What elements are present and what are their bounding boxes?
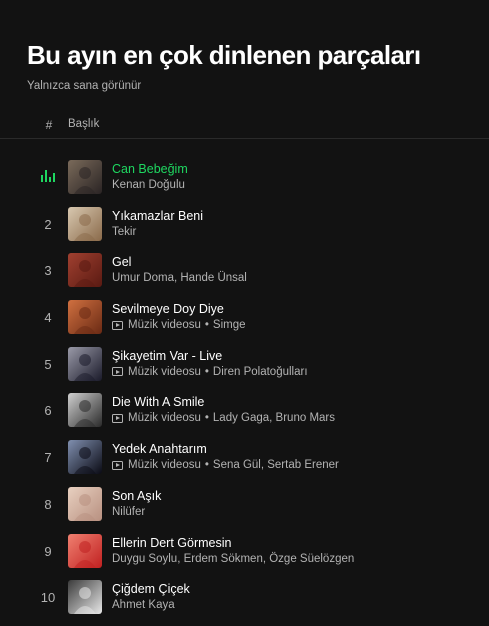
now-playing-equalizer-icon xyxy=(41,170,55,182)
track-artists-link[interactable]: Sena Gül, Sertab Erener xyxy=(213,459,339,471)
track-row[interactable]: 5 Şikayetim Var - Live Müzik videosu • Diren… xyxy=(0,342,489,389)
album-cover-image[interactable] xyxy=(68,160,102,194)
track-artists-link[interactable]: Lady Gaga, Bruno Mars xyxy=(213,412,335,424)
track-title-link[interactable]: Gel xyxy=(112,255,131,269)
album-cover-image[interactable] xyxy=(68,533,102,568)
album-cover-image[interactable] xyxy=(68,393,102,428)
track-meta: Müzik videosu • Lady Gaga, Bruno Mars xyxy=(112,412,335,424)
track-meta: Umur Doma, Hande Ünsal xyxy=(112,272,247,284)
separator-dot: • xyxy=(204,412,209,425)
track-artists-link[interactable]: Umur Doma, Hande Ünsal xyxy=(112,272,247,284)
track-row[interactable]: Can Bebeğim Kenan Doğulu xyxy=(0,155,489,202)
page-title: Bu ayın en çok dinlenen parçaları xyxy=(27,40,421,70)
track-title-link[interactable]: Son Aşık xyxy=(112,489,161,503)
separator-dot: • xyxy=(204,319,209,332)
track-title-link[interactable]: Şikayetim Var - Live xyxy=(112,349,222,363)
music-video-label: Müzik videosu xyxy=(128,365,201,378)
track-rank: 7 xyxy=(44,450,52,466)
track-rank: 9 xyxy=(44,543,52,559)
track-rank: 3 xyxy=(44,263,52,279)
track-rank: 2 xyxy=(44,216,52,232)
music-video-label: Müzik videosu xyxy=(128,459,201,472)
album-cover-image[interactable] xyxy=(68,486,102,521)
track-row[interactable]: 8 Son Aşık Nilüfer xyxy=(0,482,489,529)
track-row[interactable]: 3 Gel Umur Doma, Hande Ünsal xyxy=(0,248,489,295)
track-row[interactable]: 6 Die With A Smile Müzik videosu • Lady Gaga… xyxy=(0,388,489,435)
separator-dot: • xyxy=(204,365,209,378)
track-meta: Ahmet Kaya xyxy=(112,599,175,611)
track-title-link[interactable]: Yıkamazlar Beni xyxy=(112,209,203,223)
track-artists-link[interactable]: Simge xyxy=(213,319,246,331)
column-title: Başlık xyxy=(68,118,100,130)
album-cover-image[interactable] xyxy=(68,440,102,475)
track-meta: Tekir xyxy=(112,226,136,238)
track-rank: 8 xyxy=(44,496,52,512)
track-rank: 6 xyxy=(44,403,52,419)
track-title-link[interactable]: Sevilmeye Doy Diye xyxy=(112,302,224,316)
track-rank: 5 xyxy=(44,356,52,372)
track-row[interactable]: 2 Yıkamazlar Beni Tekir xyxy=(0,202,489,249)
track-meta: Kenan Doğulu xyxy=(112,179,185,191)
separator-dot: • xyxy=(204,459,209,472)
track-artists-link[interactable]: Kenan Doğulu xyxy=(112,179,185,191)
album-cover-image[interactable] xyxy=(68,206,102,241)
album-cover-image[interactable] xyxy=(68,580,102,615)
track-row[interactable]: 4 Sevilmeye Doy Diye Müzik videosu • Simge xyxy=(0,295,489,342)
music-video-icon xyxy=(112,320,123,330)
track-title-link[interactable]: Can Bebeğim xyxy=(112,162,188,176)
music-video-icon xyxy=(112,460,123,470)
track-title-link[interactable]: Die With A Smile xyxy=(112,395,204,409)
album-cover-image[interactable] xyxy=(68,300,102,335)
column-number: # xyxy=(45,118,53,132)
track-row[interactable]: 9 Ellerin Dert Görmesin Duygu Soylu, Erdem… xyxy=(0,529,489,576)
album-cover-image[interactable] xyxy=(68,346,102,381)
music-video-icon xyxy=(112,367,123,377)
track-artists-link[interactable]: Nilüfer xyxy=(112,506,145,518)
album-cover-image[interactable] xyxy=(68,253,102,288)
track-artists-link[interactable]: Ahmet Kaya xyxy=(112,599,175,611)
top-tracks-page: Bu ayın en çok dinlenen parçaları Yalnız… xyxy=(0,0,489,626)
track-title-link[interactable]: Çiğdem Çiçek xyxy=(112,582,190,596)
music-video-label: Müzik videosu xyxy=(128,412,201,425)
track-rank: 10 xyxy=(40,590,56,606)
track-title-link[interactable]: Ellerin Dert Görmesin xyxy=(112,536,231,550)
page-subtitle: Yalnızca sana görünür xyxy=(27,80,142,92)
table-header: # Başlık xyxy=(0,110,489,139)
track-meta: Nilüfer xyxy=(112,506,145,518)
track-meta: Müzik videosu • Sena Gül, Sertab Erener xyxy=(112,459,339,471)
track-meta: Müzik videosu • Diren Polatoğulları xyxy=(112,366,308,378)
music-video-label: Müzik videosu xyxy=(128,319,201,332)
track-rank: 4 xyxy=(44,310,52,326)
track-artists-link[interactable]: Tekir xyxy=(112,226,136,238)
track-title-link[interactable]: Yedek Anahtarım xyxy=(112,442,207,456)
track-artists-link[interactable]: Duygu Soylu, Erdem Sökmen, Özge Süelözge… xyxy=(112,553,354,565)
track-artists-link[interactable]: Diren Polatoğulları xyxy=(213,366,308,378)
track-row[interactable]: 10 Çiğdem Çiçek Ahmet Kaya xyxy=(0,575,489,622)
track-row[interactable]: 7 Yedek Anahtarım Müzik videosu • Sena Gül, … xyxy=(0,435,489,482)
music-video-icon xyxy=(112,413,123,423)
track-meta: Müzik videosu • Simge xyxy=(112,319,246,331)
track-list: Can Bebeğim Kenan Doğulu 2 Yıkamazlar Beni T… xyxy=(0,155,489,622)
track-meta: Duygu Soylu, Erdem Sökmen, Özge Süelözge… xyxy=(112,553,354,565)
